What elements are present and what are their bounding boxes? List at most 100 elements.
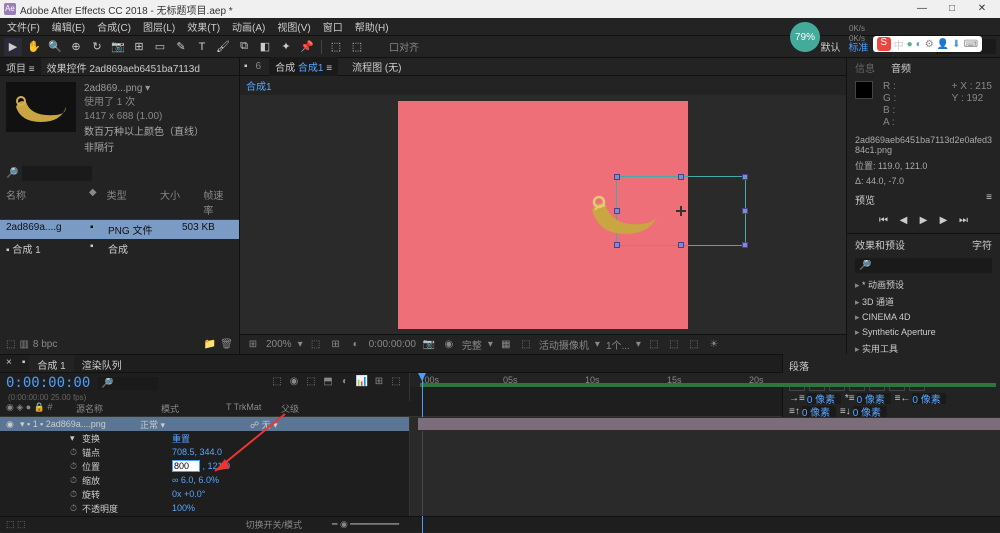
type-tool[interactable]: T [193, 38, 211, 56]
handle-bl[interactable] [614, 242, 620, 248]
menu-help[interactable]: 帮助(H) [352, 19, 392, 34]
effects-search[interactable] [855, 258, 992, 273]
rotation-property[interactable]: ⏱ 旋转 0x +0.0° [0, 487, 409, 501]
timeline-close-icon[interactable]: × [0, 355, 18, 372]
roto-tool[interactable]: ✦ [277, 38, 295, 56]
menu-layer[interactable]: 图层(L) [140, 19, 178, 34]
close-button[interactable]: ✕ [968, 1, 996, 17]
toggle-switches-button[interactable]: ⬚ ⬚ [6, 519, 26, 530]
rect-tool[interactable]: ▭ [151, 38, 169, 56]
space-after[interactable] [853, 406, 887, 417]
res-icon[interactable]: ⬚ [309, 338, 323, 352]
resolution-dropdown[interactable]: 完整 [462, 337, 482, 352]
col-size-header[interactable]: 大小 [160, 187, 199, 217]
scale-property[interactable]: ⏱ 缩放 ∞ 6.0, 6.0% [0, 473, 409, 487]
tab-audio[interactable]: 音频 [891, 60, 911, 75]
character-panel-title[interactable]: 字符 [972, 237, 992, 252]
draft-3d-icon[interactable]: ◉ [287, 376, 301, 390]
clone-tool[interactable]: ⧉ [235, 38, 253, 56]
timeline-icon[interactable]: ⬚ [667, 338, 681, 352]
snapshot-icon[interactable]: 📷 [422, 338, 436, 352]
rotate-tool[interactable]: ↻ [88, 38, 106, 56]
orbit-tool[interactable]: ⊕ [67, 38, 85, 56]
effects-panel-title[interactable]: 效果和预设 [855, 237, 905, 252]
fast-preview-icon[interactable]: ⬚ [647, 338, 661, 352]
time-display[interactable]: 0:00:00:00 [369, 339, 416, 350]
timeline-tracks[interactable] [410, 417, 1000, 516]
stopwatch-icon[interactable]: ⏱ [70, 475, 82, 486]
stopwatch-icon[interactable]: ⏱ [70, 447, 82, 458]
handle-br[interactable] [742, 242, 748, 248]
menu-window[interactable]: 窗口 [320, 19, 346, 34]
exposure-icon[interactable]: ☀ [707, 338, 721, 352]
layer-bar[interactable] [418, 418, 1000, 430]
position-x-input[interactable] [172, 460, 200, 472]
work-area-bar[interactable] [420, 383, 996, 387]
menu-view[interactable]: 视图(V) [274, 19, 313, 34]
mask-icon[interactable]: ◐ [349, 338, 363, 352]
viewer-lock-icon[interactable]: ▪ [244, 61, 248, 72]
visibility-toggle[interactable]: ◉ [6, 419, 20, 430]
timeline-tab-comp[interactable]: 合成 1 [29, 355, 73, 372]
interpret-footage-icon[interactable]: ⬚ [6, 339, 15, 350]
play-button[interactable]: ▶ [916, 215, 932, 229]
menu-edit[interactable]: 编辑(E) [49, 19, 88, 34]
transparency-icon[interactable]: ⬚ [519, 338, 533, 352]
minimize-button[interactable]: — [908, 1, 936, 17]
effect-category[interactable]: CINEMA 4D [847, 310, 1000, 325]
col-trkmat[interactable]: T TrkMat [226, 402, 281, 415]
anchor-point[interactable] [676, 206, 686, 216]
local-axis-icon[interactable]: ⬚ [327, 38, 345, 56]
bpc-button[interactable]: 8 bpc [33, 339, 57, 350]
brush-tool[interactable]: 🖌 [214, 38, 232, 56]
stopwatch-icon[interactable]: ⏱ [70, 489, 82, 500]
project-search[interactable] [22, 166, 92, 181]
comp-mini-flowchart-icon[interactable]: ⬚ [270, 376, 284, 390]
ime-badge[interactable]: S 中 ●◐⚙👤⬇⌨ [873, 36, 982, 52]
menu-composition[interactable]: 合成(C) [94, 19, 134, 34]
effect-category[interactable]: Synthetic Aperture [847, 325, 1000, 340]
view-layout-dropdown[interactable]: 1个... [606, 337, 630, 352]
col-name-header[interactable]: 名称 [6, 187, 85, 217]
comp-tab[interactable]: 合成 合成1 ≡ [269, 57, 338, 76]
snap-toggle[interactable]: 口对齐 [389, 39, 419, 54]
zoom-tool[interactable]: 🔍 [46, 38, 64, 56]
flowchart-icon[interactable]: ⬚ [687, 338, 701, 352]
handle-tr[interactable] [742, 174, 748, 180]
position-property[interactable]: ⏱ 位置 , 121.0 [0, 459, 409, 473]
handle-r[interactable] [742, 208, 748, 214]
handle-tl[interactable] [614, 174, 620, 180]
project-row-comp[interactable]: ▪ 合成 1▪ 合成 [0, 239, 239, 258]
magnify-icon[interactable]: ⊞ [246, 338, 260, 352]
puppet-tool[interactable]: 📌 [298, 38, 316, 56]
selection-box[interactable] [616, 176, 746, 246]
anchor-point-property[interactable]: ⏱ 锚点 708.5, 344.0 [0, 445, 409, 459]
hide-shy-icon[interactable]: ⬚ [304, 376, 318, 390]
tab-project[interactable]: 项目 ≡ [0, 58, 41, 75]
col-fps-header[interactable]: 帧速率 [203, 187, 233, 217]
menu-effect[interactable]: 效果(T) [184, 19, 223, 34]
layer-row-1[interactable]: ◉ ▾ ▪ 1 ▪ 2ad869a....png 正常 ▾ ☍ 无 ▾ [0, 417, 409, 431]
col-type-header[interactable]: 类型 [107, 187, 156, 217]
timeline-tab-render[interactable]: 渲染队列 [74, 355, 130, 372]
pan-behind-tool[interactable]: ⊞ [130, 38, 148, 56]
eraser-tool[interactable]: ◧ [256, 38, 274, 56]
flowchart-tab[interactable]: 流程图 (无) [346, 57, 407, 76]
effect-category[interactable]: 3D 通道 [847, 293, 1000, 310]
handle-b[interactable] [678, 242, 684, 248]
col-label-header[interactable]: ◆ [89, 187, 103, 217]
comp-breadcrumb[interactable]: 合成1 [240, 76, 846, 95]
roi-icon[interactable]: ▦ [499, 338, 513, 352]
new-comp-icon[interactable]: ▥ [19, 339, 28, 350]
world-axis-icon[interactable]: ⬚ [348, 38, 366, 56]
menu-animation[interactable]: 动画(A) [229, 19, 268, 34]
opacity-property[interactable]: ⏱ 不透明度 100% [0, 501, 409, 515]
col-mode[interactable]: 模式 [161, 402, 226, 415]
camera-tool[interactable]: 📷 [109, 38, 127, 56]
space-before[interactable] [802, 406, 836, 417]
col-source[interactable]: 源名称 [76, 402, 161, 415]
zoom-dropdown[interactable]: 200% [266, 339, 292, 350]
grid-icon[interactable]: ⊞ [329, 338, 343, 352]
menu-file[interactable]: 文件(F) [4, 19, 43, 34]
timeline-search[interactable] [98, 377, 158, 390]
